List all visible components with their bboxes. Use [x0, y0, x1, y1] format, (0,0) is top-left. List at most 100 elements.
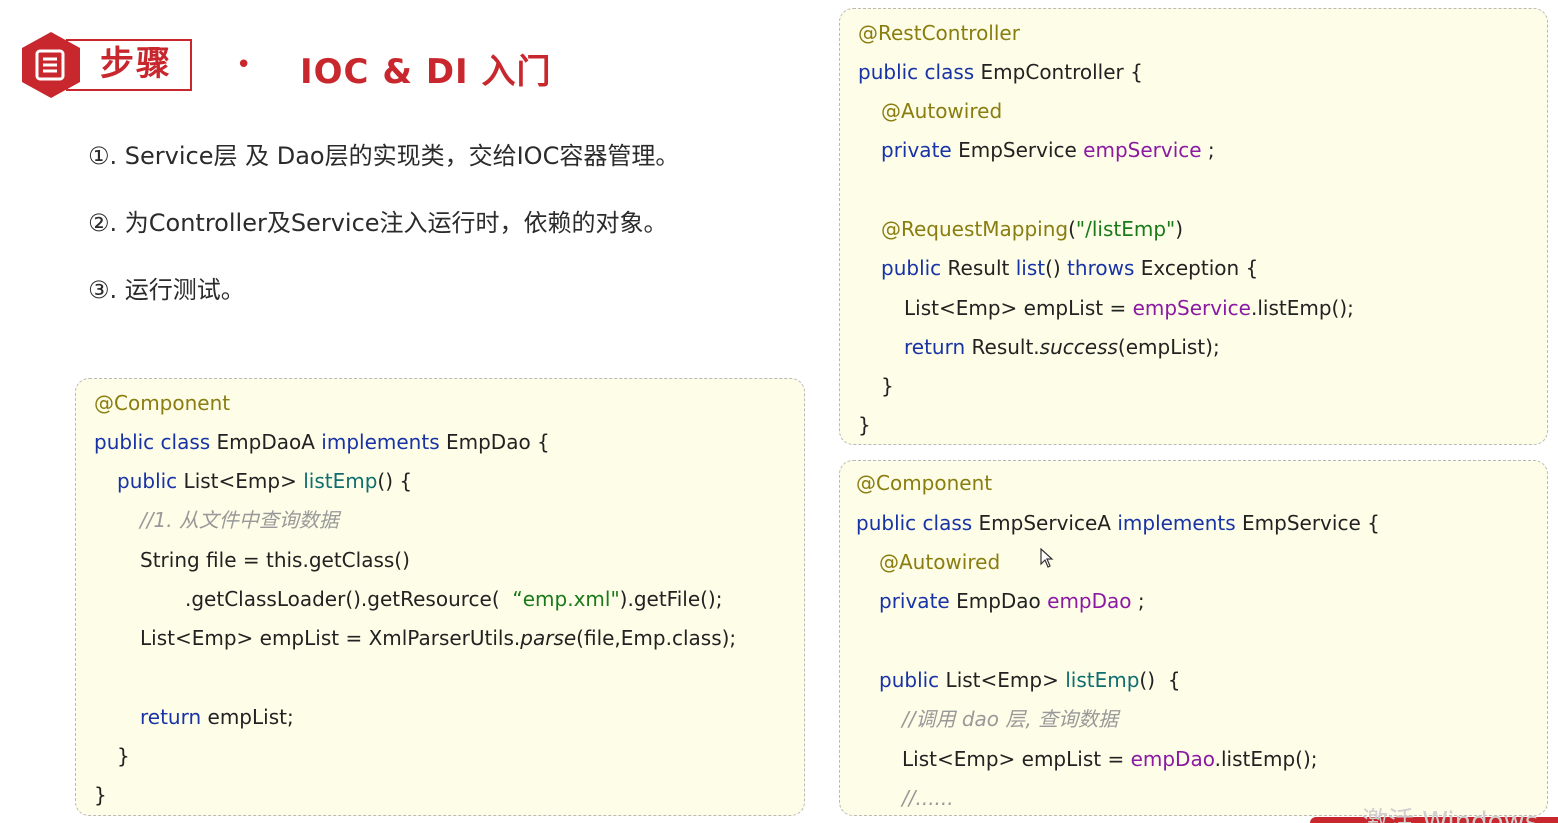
code-line: public List<Emp> listEmp() { [879, 666, 1180, 694]
field-type: EmpService [951, 138, 1084, 162]
annotation: @RestController [858, 21, 1020, 45]
keyword: implements [321, 430, 440, 454]
code-line: .getClassLoader().getResource( “emp.xml"… [185, 585, 722, 613]
keyword: return [140, 705, 202, 729]
code-line: return empList; [140, 703, 294, 731]
method-name: listEmp [303, 469, 378, 493]
code-box-empservice: @Component public class EmpServiceA impl… [839, 460, 1548, 816]
code-text: .listEmp(); [1250, 296, 1354, 320]
annotation: @RequestMapping [881, 217, 1069, 241]
step-badge: 步骤 [22, 32, 194, 98]
code-text: ; [1201, 138, 1215, 162]
closing-brace: } [117, 744, 130, 768]
step-item-1: ①. Service层 及 Dao层的实现类，交给IOC容器管理。 [88, 142, 680, 170]
string-literal: “emp.xml" [512, 587, 620, 611]
steps-list: ①. Service层 及 Dao层的实现类，交给IOC容器管理。 ②. 为Co… [88, 136, 679, 337]
keyword: throws [1067, 256, 1135, 280]
return-type: List<Emp> [177, 469, 304, 493]
keyword: public [881, 256, 942, 280]
code-line: public class EmpServiceA implements EmpS… [856, 509, 1380, 537]
class-name: EmpServiceA [972, 511, 1118, 535]
step-item-2: ②. 为Controller及Service注入运行时，依赖的对象。 [88, 209, 668, 237]
code-line: public List<Emp> listEmp() { [117, 467, 412, 495]
code-line: //1. 从文件中查询数据 [140, 506, 339, 534]
keyword: return [904, 335, 966, 359]
code-text: Result. [965, 335, 1040, 359]
field-type: EmpDao [949, 589, 1048, 613]
code-text: () { [377, 469, 413, 493]
annotation: @Component [94, 391, 231, 415]
code-box-empcontroller: @RestController public class EmpControll… [839, 8, 1548, 445]
code-line: @Component [94, 389, 230, 417]
method-name: parse [520, 626, 577, 650]
page-title: IOC & DI 入门 [300, 52, 552, 92]
mouse-cursor-icon [1040, 548, 1054, 568]
method-name: list [1015, 256, 1046, 280]
string-literal: "/listEmp" [1075, 217, 1176, 241]
code-text: Exception { [1134, 256, 1259, 280]
code-line: public class EmpController { [858, 58, 1143, 86]
step-label: 步骤 [100, 44, 172, 84]
code-line: @Autowired [879, 548, 1000, 576]
field-name: empDao [1130, 747, 1215, 771]
code-text: () [1045, 256, 1068, 280]
code-text: .getClassLoader().getResource( [185, 587, 513, 611]
code-line: List<Emp> empList = empService.listEmp()… [904, 294, 1354, 322]
keyword: public class [94, 430, 211, 454]
field-name: empService [1083, 138, 1202, 162]
activation-watermark: 激活 Windows [1362, 807, 1539, 823]
code-line: private EmpDao empDao ; [879, 587, 1145, 615]
code-line: private EmpService empService ; [881, 136, 1215, 164]
method-name: listEmp [1065, 668, 1140, 692]
return-type: List<Emp> [939, 668, 1066, 692]
code-line: String file = this.getClass() [140, 546, 410, 574]
closing-brace: } [858, 413, 871, 437]
class-name: EmpDaoA [210, 430, 322, 454]
code-text: List<Emp> empList = XmlParserUtils. [140, 626, 521, 650]
keyword: private [881, 138, 952, 162]
keyword: public class [856, 511, 973, 535]
code-text: ).getFile(); [619, 587, 723, 611]
code-text: () { [1139, 668, 1181, 692]
code-line: List<Emp> empList = XmlParserUtils.parse… [140, 624, 736, 652]
code-line: @RestController [858, 19, 1020, 47]
code-line: } [858, 411, 871, 439]
document-icon [22, 32, 80, 98]
annotation: @Autowired [879, 550, 1001, 574]
code-line: public class EmpDaoA implements EmpDao { [94, 428, 550, 456]
code-line: @Autowired [881, 97, 1002, 125]
code-line: } [94, 781, 107, 809]
code-text: ( [1068, 217, 1076, 241]
code-line: @Component [856, 469, 992, 497]
method-name: success [1039, 335, 1118, 359]
code-text: empList; [201, 705, 294, 729]
annotation: @Component [856, 471, 993, 495]
keyword: public [879, 668, 940, 692]
keyword: implements [1117, 511, 1236, 535]
keyword: public class [858, 60, 975, 84]
code-text: List<Emp> empList = [904, 296, 1133, 320]
code-line: //调用 dao 层, 查询数据 [902, 705, 1118, 733]
code-line: } [117, 742, 130, 770]
interface-name: EmpDao { [439, 430, 550, 454]
annotation: @Autowired [881, 99, 1003, 123]
field-name: empService [1132, 296, 1251, 320]
code-text: String file = this.getClass() [140, 548, 410, 572]
code-text: .listEmp(); [1214, 747, 1318, 771]
step-item-3: ③. 运行测试。 [88, 276, 245, 304]
keyword: public [117, 469, 178, 493]
code-text: ) [1175, 217, 1184, 241]
interface-name: EmpService { [1235, 511, 1380, 535]
title-bullet: • [236, 50, 252, 80]
code-text: (empList); [1117, 335, 1220, 359]
class-name: EmpController { [974, 60, 1143, 84]
code-line: public Result list() throws Exception { [881, 254, 1258, 282]
code-line: } [881, 372, 894, 400]
field-name: empDao [1047, 589, 1132, 613]
code-line: return Result.success(empList); [904, 333, 1220, 361]
code-line: @RequestMapping("/listEmp") [881, 215, 1183, 243]
code-comment: //1. 从文件中查询数据 [140, 508, 339, 532]
keyword: private [879, 589, 950, 613]
code-text: List<Emp> empList = [902, 747, 1131, 771]
code-comment: //调用 dao 层, 查询数据 [902, 707, 1119, 731]
